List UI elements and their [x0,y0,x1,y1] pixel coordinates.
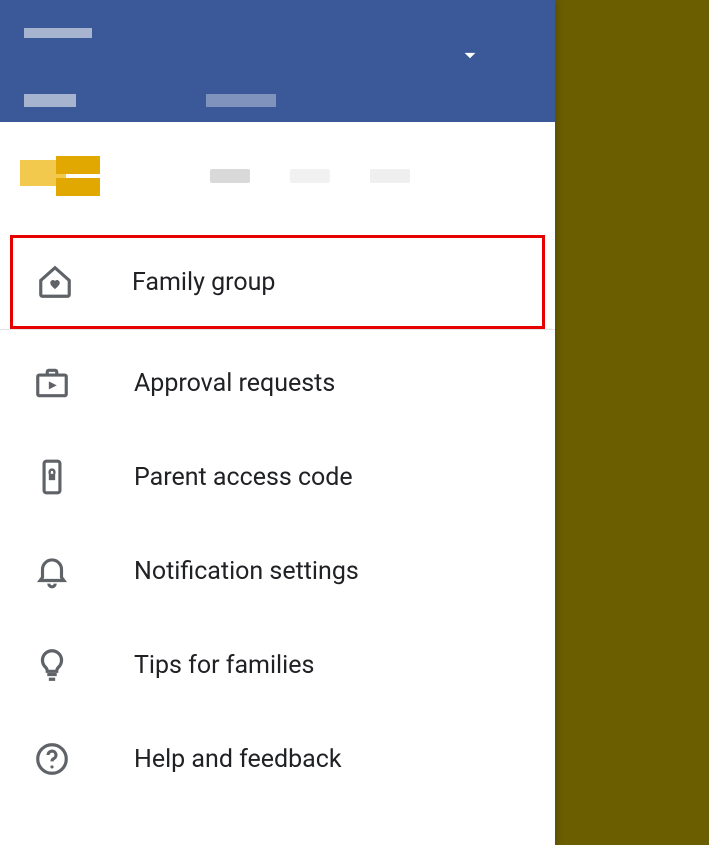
drawer-menu: Family group Approval requests [0,230,555,806]
menu-item-label: Tips for families [134,651,314,680]
header-placeholder-text [24,94,76,107]
navigation-drawer: Family group Approval requests [0,0,555,845]
menu-item-label: Family group [132,268,275,297]
profile-pager [210,169,410,183]
help-circle-icon [30,740,74,778]
profile-strip [0,122,555,230]
bell-icon [30,552,74,590]
menu-item-label: Parent access code [134,463,353,492]
menu-item-label: Approval requests [134,369,335,398]
drawer-header [0,0,555,122]
menu-item-help-and-feedback[interactable]: Help and feedback [0,712,555,806]
pager-dot [290,169,330,183]
account-dropdown-toggle[interactable] [457,42,483,68]
pager-dot [370,169,410,183]
menu-divider [0,329,555,330]
phone-lock-icon [30,458,74,496]
menu-item-notification-settings[interactable]: Notification settings [0,524,555,618]
menu-item-parent-access-code[interactable]: Parent access code [0,430,555,524]
lightbulb-icon [30,646,74,684]
menu-item-tips-for-families[interactable]: Tips for families [0,618,555,712]
header-placeholder-text [24,28,92,38]
home-heart-icon [33,263,77,301]
briefcase-play-icon [30,364,74,402]
menu-item-label: Help and feedback [134,745,342,774]
avatar [20,156,100,196]
pager-dot [210,169,250,183]
chevron-down-icon [457,42,483,68]
header-placeholder-text [206,94,276,107]
menu-item-approval-requests[interactable]: Approval requests [0,336,555,430]
menu-item-family-group[interactable]: Family group [10,235,545,329]
menu-item-label: Notification settings [134,557,359,586]
